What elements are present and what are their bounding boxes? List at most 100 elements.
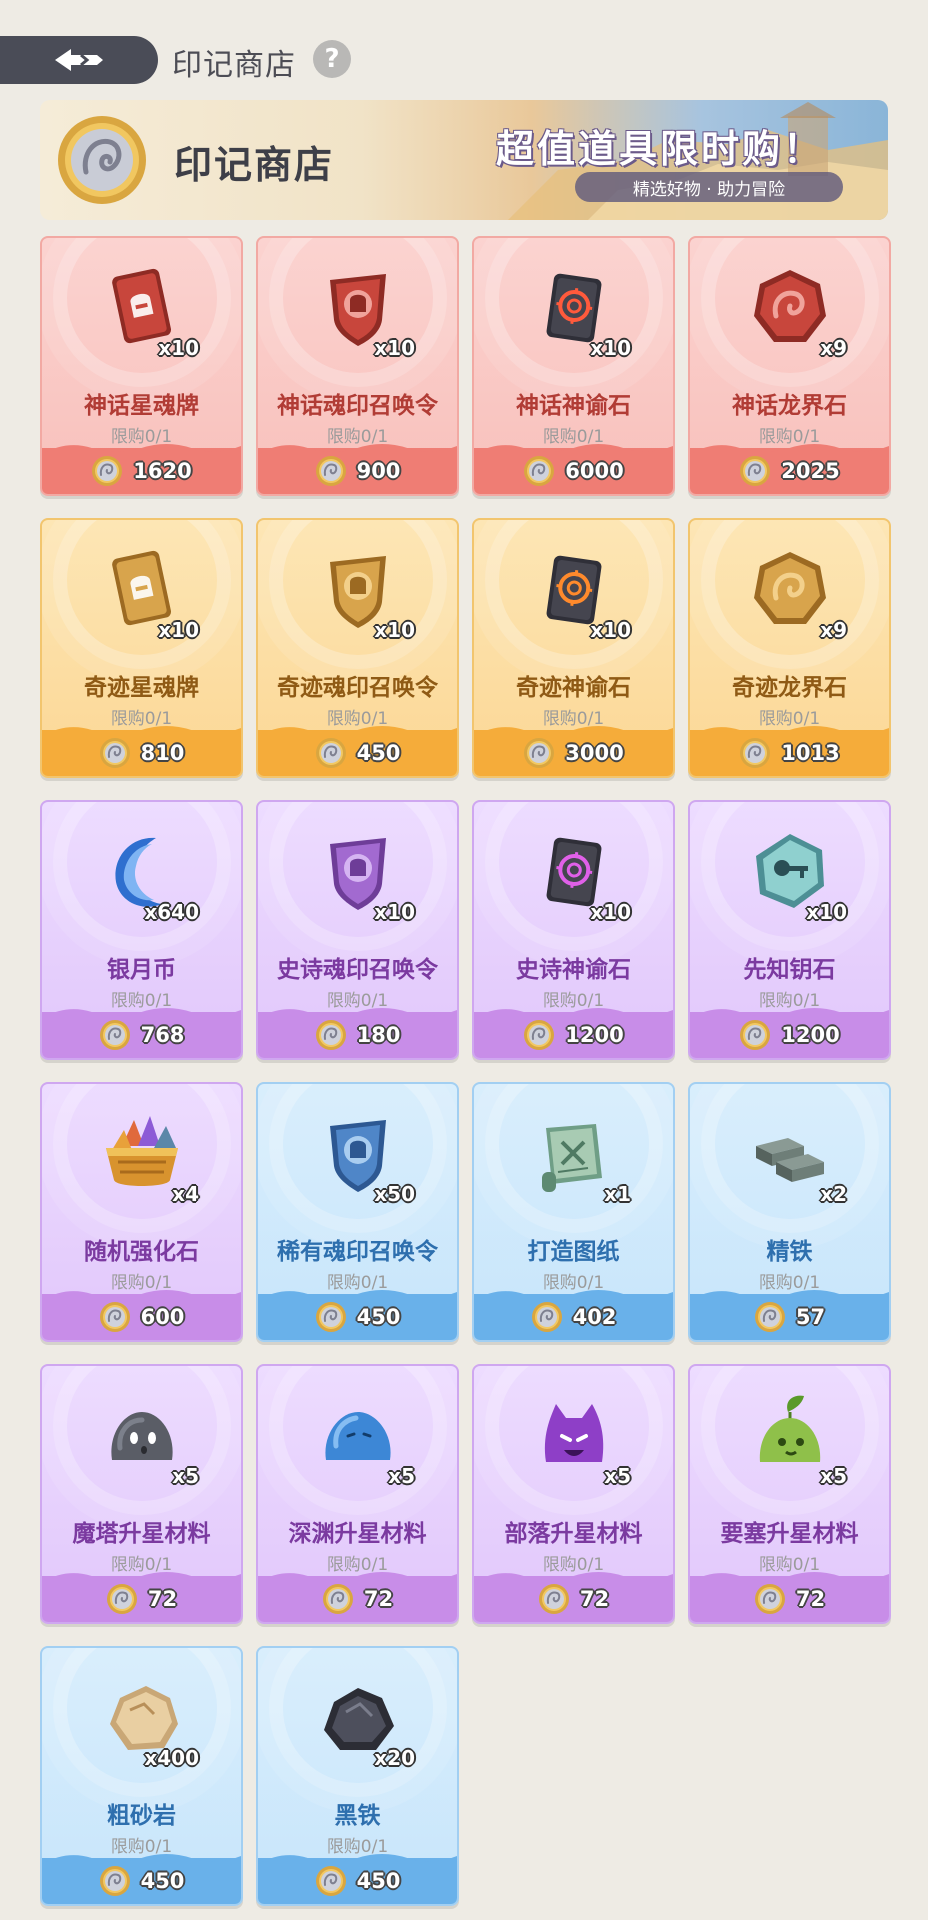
item-price: 72 (363, 1587, 394, 1611)
price-bar[interactable]: 1200 (474, 1008, 673, 1058)
seal-coin-icon (740, 1020, 771, 1050)
item-name: 深渊升星材料 (288, 1521, 427, 1547)
item-quantity: x5 (172, 1464, 199, 1488)
back-arrow-icon (55, 49, 103, 71)
item-name: 稀有魂印召唤令 (277, 1239, 438, 1265)
item-name: 精铁 (766, 1239, 813, 1265)
price-bar[interactable]: 1620 (42, 444, 241, 494)
seal-coin-icon (315, 1302, 346, 1332)
shop-item-card[interactable]: x5 要塞升星材料 限购0/1 72 (688, 1364, 891, 1624)
price-bar[interactable]: 450 (258, 1290, 457, 1340)
item-price: 402 (572, 1305, 617, 1329)
item-quantity: x10 (374, 900, 415, 924)
item-name: 随机强化石 (84, 1239, 199, 1265)
price-bar[interactable]: 3000 (474, 726, 673, 776)
price-bar[interactable]: 402 (474, 1290, 673, 1340)
shop-item-card[interactable]: x1 打造图纸 限购0/1 402 (472, 1082, 675, 1342)
shop-item-card[interactable]: x5 魔塔升星材料 限购0/1 72 (40, 1364, 243, 1624)
help-icon[interactable]: ? (313, 40, 351, 78)
seal-coin-icon (524, 1020, 555, 1050)
item-name: 粗砂岩 (107, 1803, 176, 1829)
shop-item-card[interactable]: x10 奇迹星魂牌 限购0/1 810 (40, 518, 243, 778)
banner-slogan: 超值道具限时购！ (496, 127, 825, 171)
seal-coin-icon (99, 1302, 130, 1332)
item-quantity: x5 (604, 1464, 631, 1488)
shop-item-card[interactable]: x10 神话星魂牌 限购0/1 1620 (40, 236, 243, 496)
price-bar[interactable]: 2025 (690, 444, 889, 494)
price-bar[interactable]: 72 (42, 1572, 241, 1622)
price-bar[interactable]: 6000 (474, 444, 673, 494)
item-price: 72 (579, 1587, 610, 1611)
price-bar[interactable]: 450 (42, 1854, 241, 1904)
item-quantity: x10 (590, 618, 631, 642)
seal-coin-icon (99, 1020, 130, 1050)
item-quantity: x10 (374, 618, 415, 642)
item-name: 史诗神谕石 (516, 957, 631, 983)
shop-item-card[interactable]: x9 奇迹龙界石 限购0/1 1013 (688, 518, 891, 778)
price-bar[interactable]: 72 (690, 1572, 889, 1622)
price-bar[interactable]: 72 (258, 1572, 457, 1622)
item-price: 180 (356, 1023, 401, 1047)
shop-item-card[interactable]: x50 稀有魂印召唤令 限购0/1 450 (256, 1082, 459, 1342)
item-price: 1200 (781, 1023, 840, 1047)
item-price: 450 (356, 741, 401, 765)
seal-coin-icon (315, 1866, 346, 1896)
item-price: 2025 (781, 459, 840, 483)
price-bar[interactable]: 768 (42, 1008, 241, 1058)
seal-coin-icon (315, 738, 346, 768)
item-price: 900 (356, 459, 401, 483)
shop-item-card[interactable]: x10 奇迹神谕石 限购0/1 3000 (472, 518, 675, 778)
item-quantity: x10 (590, 336, 631, 360)
banner-subtitle: 精选好物 · 助力冒险 (575, 172, 843, 202)
shop-item-card[interactable]: x10 神话神谕石 限购0/1 6000 (472, 236, 675, 496)
price-bar[interactable]: 1013 (690, 726, 889, 776)
item-quantity: x640 (144, 900, 199, 924)
shop-item-card[interactable]: x400 粗砂岩 限购0/1 450 (40, 1646, 243, 1906)
item-name: 奇迹星魂牌 (84, 675, 199, 701)
item-name: 神话龙界石 (732, 393, 847, 419)
shop-item-card[interactable]: x10 神话魂印召唤令 限购0/1 900 (256, 236, 459, 496)
price-bar[interactable]: 450 (258, 1854, 457, 1904)
back-button[interactable] (0, 36, 158, 84)
shop-item-card[interactable]: x10 奇迹魂印召唤令 限购0/1 450 (256, 518, 459, 778)
seal-coin-icon (106, 1584, 137, 1614)
price-bar[interactable]: 900 (258, 444, 457, 494)
seal-coin-icon (538, 1584, 569, 1614)
item-price: 450 (356, 1869, 401, 1893)
item-price: 57 (795, 1305, 826, 1329)
price-bar[interactable]: 72 (474, 1572, 673, 1622)
price-bar[interactable]: 180 (258, 1008, 457, 1058)
shop-item-card[interactable]: x10 先知钥石 限购0/1 1200 (688, 800, 891, 1060)
item-name: 史诗魂印召唤令 (277, 957, 438, 983)
item-price: 1200 (565, 1023, 624, 1047)
item-name: 部落升星材料 (504, 1521, 643, 1547)
price-bar[interactable]: 1200 (690, 1008, 889, 1058)
item-name: 要塞升星材料 (720, 1521, 859, 1547)
seal-coin-icon (754, 1584, 785, 1614)
seal-coin-icon (754, 1302, 785, 1332)
shop-item-card[interactable]: x640 银月币 限购0/1 768 (40, 800, 243, 1060)
banner-shop-name: 印记商店 (174, 143, 335, 187)
shop-item-card[interactable]: x20 黑铁 限购0/1 450 (256, 1646, 459, 1906)
shop-item-card[interactable]: x5 部落升星材料 限购0/1 72 (472, 1364, 675, 1624)
seal-coin-icon (92, 456, 123, 486)
item-price: 450 (140, 1869, 185, 1893)
price-bar[interactable]: 600 (42, 1290, 241, 1340)
price-bar[interactable]: 810 (42, 726, 241, 776)
seal-coin-icon (99, 738, 130, 768)
item-quantity: x10 (374, 336, 415, 360)
price-bar[interactable]: 450 (258, 726, 457, 776)
seal-coin-icon (322, 1584, 353, 1614)
shop-item-card[interactable]: x5 深渊升星材料 限购0/1 72 (256, 1364, 459, 1624)
shop-item-card[interactable]: x2 精铁 限购0/1 57 (688, 1082, 891, 1342)
item-price: 72 (795, 1587, 826, 1611)
price-bar[interactable]: 57 (690, 1290, 889, 1340)
item-quantity: x20 (374, 1746, 415, 1770)
shop-item-card[interactable]: x10 史诗神谕石 限购0/1 1200 (472, 800, 675, 1060)
shop-item-card[interactable]: x9 神话龙界石 限购0/1 2025 (688, 236, 891, 496)
shop-item-card[interactable]: x10 史诗魂印召唤令 限购0/1 180 (256, 800, 459, 1060)
top-bar: 印记商店 ? (0, 36, 928, 86)
shop-item-card[interactable]: x4 随机强化石 限购0/1 600 (40, 1082, 243, 1342)
item-quantity: x4 (172, 1182, 199, 1206)
seal-coin-icon (740, 456, 771, 486)
